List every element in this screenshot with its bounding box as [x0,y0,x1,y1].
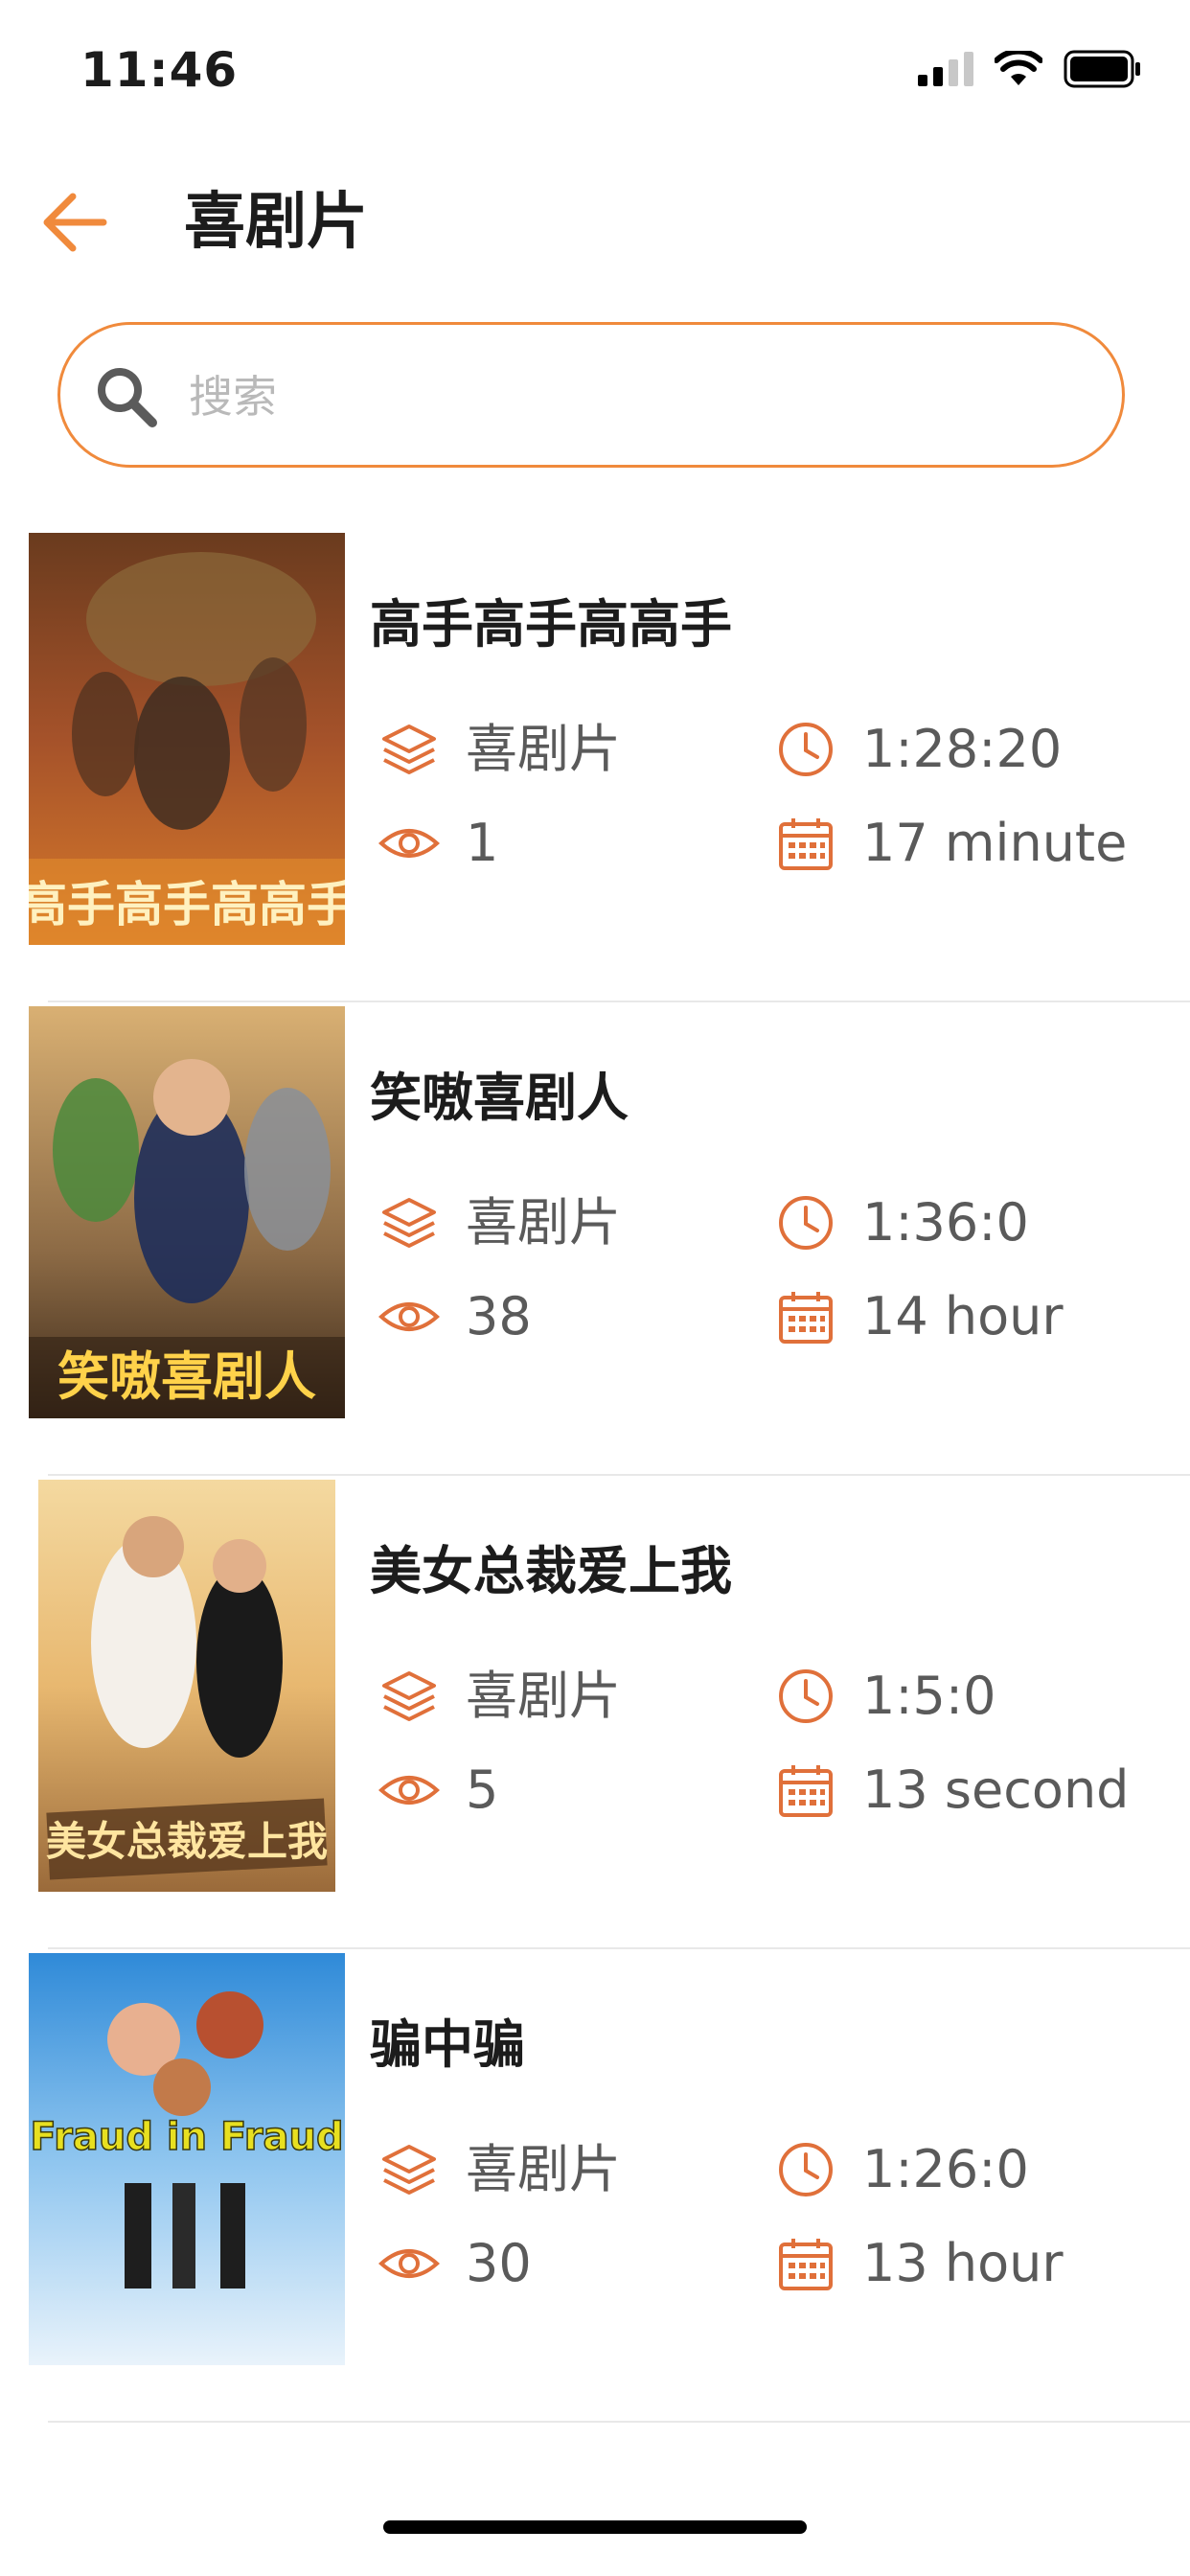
battery-icon [1064,50,1140,88]
divider [48,2421,1190,2423]
layers-icon [378,2143,441,2196]
back-arrow-icon [43,193,107,252]
movie-poster[interactable]: 笑嗷喜剧人 [29,1006,345,1418]
layers-icon [378,723,441,776]
duration-value: 1:5:0 [862,1666,996,1726]
eye-icon [378,1763,441,1817]
search-icon [98,368,157,427]
view-count-value: 30 [466,2233,532,2293]
duration-value: 1:28:20 [862,719,1063,779]
movie-list-item[interactable]: 高手高手高高手 高手高手高高手 喜剧片 1 1:28:20 17 minute [0,529,1190,1002]
genre-label: 喜剧片 [466,1192,621,1253]
view-count-value: 1 [466,813,499,873]
clock-icon [774,1669,837,1723]
movie-title[interactable]: 骗中骗 [370,2011,525,2080]
duration-value: 1:26:0 [862,2139,1029,2199]
movie-poster[interactable]: 美女总裁爱上我 [38,1480,335,1892]
movie-poster[interactable]: Fraud in Fraud [29,1953,345,2365]
layers-icon [378,1196,441,1250]
status-time: 11:46 [80,42,239,98]
poster-image: 高手高手高高手 [29,533,345,945]
duration-info: 1:5:0 [774,1666,995,1727]
eye-icon [378,816,441,870]
movie-list: 高手高手高高手 高手高手高高手 喜剧片 1 1:28:20 17 minute … [0,529,1190,2423]
wifi-icon [995,51,1042,85]
view-count: 1 [378,813,498,874]
calendar-icon [774,816,837,870]
poster-title-text: Fraud in Fraud [30,2115,343,2159]
updated-time-info: 17 minute [774,813,1127,874]
view-count: 5 [378,1760,498,1821]
movie-title[interactable]: 高手高手高高手 [370,590,732,659]
view-count: 38 [378,1286,532,1347]
movie-title[interactable]: 笑嗷喜剧人 [370,1064,629,1133]
back-button[interactable] [36,184,113,261]
duration-info: 1:26:0 [774,2139,1029,2200]
clock-icon [774,2143,837,2196]
genre-info: 喜剧片 [378,1666,621,1727]
page-title: 喜剧片 [184,187,368,258]
calendar-icon [774,2237,837,2290]
duration-info: 1:28:20 [774,719,1062,780]
genre-info: 喜剧片 [378,1192,621,1254]
updated-time-info: 13 hour [774,2233,1064,2294]
poster-title-text: 美女总裁爱上我 [46,1818,328,1865]
clock-icon [774,723,837,776]
updated-time-value: 17 minute [862,813,1128,873]
cellular-signal-icon [918,52,973,86]
clock-icon [774,1196,837,1250]
poster-image: Fraud in Fraud [29,1953,345,2365]
updated-time-value: 13 hour [862,2233,1064,2293]
genre-info: 喜剧片 [378,719,621,780]
search-input[interactable] [187,354,1091,440]
calendar-icon [774,1763,837,1817]
view-count-value: 38 [466,1286,532,1346]
eye-icon [378,1290,441,1344]
view-count: 30 [378,2233,532,2294]
movie-title[interactable]: 美女总裁爱上我 [370,1537,732,1606]
movie-list-item[interactable]: 笑嗷喜剧人 笑嗷喜剧人 喜剧片 38 1:36:0 14 hour [0,1002,1190,1476]
poster-image: 笑嗷喜剧人 [29,1006,345,1418]
duration-value: 1:36:0 [862,1192,1029,1253]
genre-info: 喜剧片 [378,2139,621,2200]
genre-label: 喜剧片 [466,719,621,779]
updated-time-value: 13 second [862,1760,1130,1820]
movie-list-item[interactable]: 美女总裁爱上我 美女总裁爱上我 喜剧片 5 1:5:0 13 second [0,1476,1190,1949]
updated-time-info: 14 hour [774,1286,1064,1347]
duration-info: 1:36:0 [774,1192,1029,1254]
layers-icon [378,1669,441,1723]
status-icons [918,50,1142,88]
eye-icon [378,2237,441,2290]
movie-poster[interactable]: 高手高手高高手 [29,533,345,945]
search-bar[interactable] [57,322,1125,468]
poster-image: 美女总裁爱上我 [38,1480,335,1892]
updated-time-info: 13 second [774,1760,1129,1821]
updated-time-value: 14 hour [862,1286,1064,1346]
poster-title-text: 高手高手高高手 [29,877,345,932]
navigation-bar: 喜剧片 [0,163,1190,288]
movie-list-item[interactable]: Fraud in Fraud 骗中骗 喜剧片 30 1:26:0 13 hour [0,1949,1190,2423]
genre-label: 喜剧片 [466,2139,621,2199]
home-indicator[interactable] [383,2520,807,2534]
view-count-value: 5 [466,1760,499,1820]
genre-label: 喜剧片 [466,1666,621,1726]
calendar-icon [774,1290,837,1344]
status-bar: 11:46 [0,0,1190,144]
poster-title-text: 笑嗷喜剧人 [57,1346,316,1407]
